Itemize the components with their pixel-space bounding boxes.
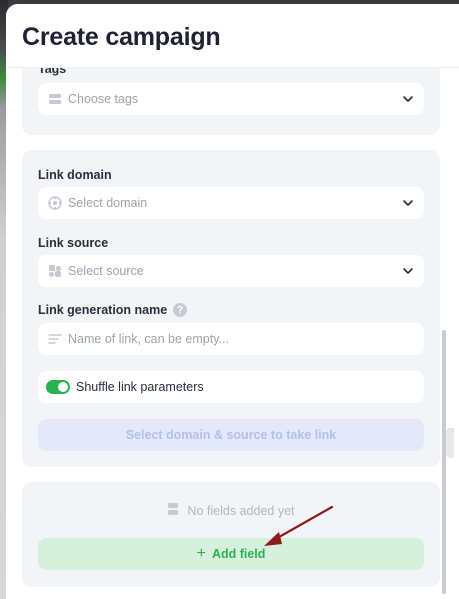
chevron-down-icon	[402, 197, 414, 209]
tags-card: Tags Choose tags	[22, 58, 440, 135]
add-field-button[interactable]: + Add field	[38, 538, 424, 570]
create-campaign-modal: Create campaign Tags Choose tags Link do…	[6, 4, 459, 599]
link-source-label: Link source	[38, 236, 109, 250]
modal-header: Create campaign	[6, 4, 459, 68]
help-icon[interactable]: ?	[173, 303, 188, 317]
link-source-placeholder: Select source	[68, 264, 144, 278]
chevron-down-icon	[402, 265, 414, 277]
plus-icon: +	[196, 545, 206, 562]
fields-empty-text: No fields added yet	[187, 503, 295, 518]
link-domain-placeholder: Select domain	[68, 196, 148, 210]
link-generation-name-input[interactable]: Name of link, can be empty...	[38, 323, 424, 355]
shuffle-toggle-label: Shuffle link parameters	[76, 380, 204, 394]
shuffle-parameters-row[interactable]: Shuffle link parameters	[38, 371, 424, 403]
link-settings-card: Link domain Select domain Link source Se…	[22, 150, 440, 467]
modal-content[interactable]: Tags Choose tags Link domain Select doma…	[6, 58, 445, 599]
tags-icon	[48, 92, 62, 106]
link-source-select[interactable]: Select source	[38, 255, 424, 287]
add-field-label: Add field	[211, 547, 266, 561]
chevron-down-icon	[402, 93, 414, 105]
shuffle-toggle[interactable]	[46, 380, 70, 394]
tags-placeholder: Choose tags	[68, 92, 139, 106]
custom-fields-card: No fields added yet + Add field	[22, 482, 440, 587]
link-generation-name-label: Link generation name ?	[38, 303, 188, 317]
globe-icon	[48, 196, 62, 210]
take-link-button[interactable]: Select domain & source to take link	[38, 419, 424, 451]
tags-select[interactable]: Choose tags	[38, 83, 424, 115]
page-title: Create campaign	[22, 23, 221, 51]
link-generation-name-placeholder: Name of link, can be empty...	[68, 332, 229, 346]
fields-empty-state: No fields added yet	[22, 502, 440, 519]
side-panel-handle[interactable]	[446, 428, 454, 458]
scrollbar-thumb[interactable]	[442, 330, 446, 594]
fields-icon	[167, 502, 179, 519]
text-lines-icon	[48, 332, 62, 346]
source-icon	[48, 264, 62, 278]
link-domain-label: Link domain	[38, 168, 112, 182]
link-domain-select[interactable]: Select domain	[38, 187, 424, 219]
